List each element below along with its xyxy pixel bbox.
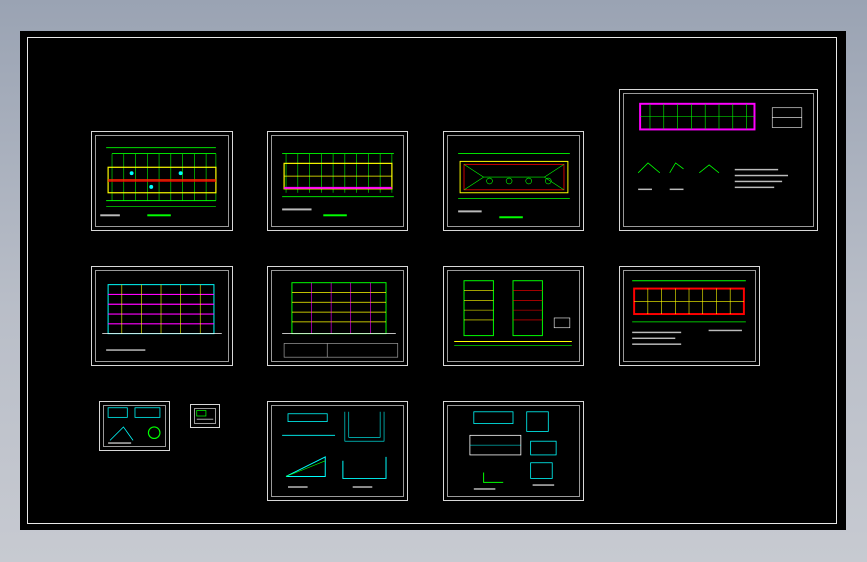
section-drawing	[454, 280, 572, 346]
sheet-stair-details[interactable]	[267, 401, 408, 501]
ground-plan-drawing	[632, 280, 746, 345]
front-elevation-drawing	[102, 284, 222, 351]
node-details-drawing	[469, 411, 557, 490]
stair-details-drawing	[282, 411, 387, 488]
floor-plan-2-drawing	[282, 153, 394, 217]
sheet-rear-elevation[interactable]	[267, 266, 408, 366]
sheet-roof-details[interactable]	[619, 89, 818, 231]
sheet-small-detail-b[interactable]	[190, 404, 220, 428]
small-detail-b-drawing	[196, 410, 214, 420]
roof-plan-drawing	[458, 153, 570, 219]
sheet-front-elevation[interactable]	[91, 266, 233, 366]
sheet-node-details[interactable]	[443, 401, 584, 501]
sheet-small-detail-a[interactable]	[99, 401, 170, 451]
roof-details-drawing	[637, 102, 803, 191]
sheet-ground-plan[interactable]	[619, 266, 760, 366]
sheet-floor-plan-1[interactable]	[91, 131, 233, 231]
rear-elevation-drawing	[282, 282, 399, 358]
small-detail-a-drawing	[107, 407, 161, 444]
sheet-section[interactable]	[443, 266, 584, 366]
cad-drawing-canvas[interactable]	[20, 31, 846, 530]
floor-plan-1-drawing	[100, 147, 217, 217]
sheet-roof-plan[interactable]	[443, 131, 584, 231]
sheet-floor-plan-2[interactable]	[267, 131, 408, 231]
